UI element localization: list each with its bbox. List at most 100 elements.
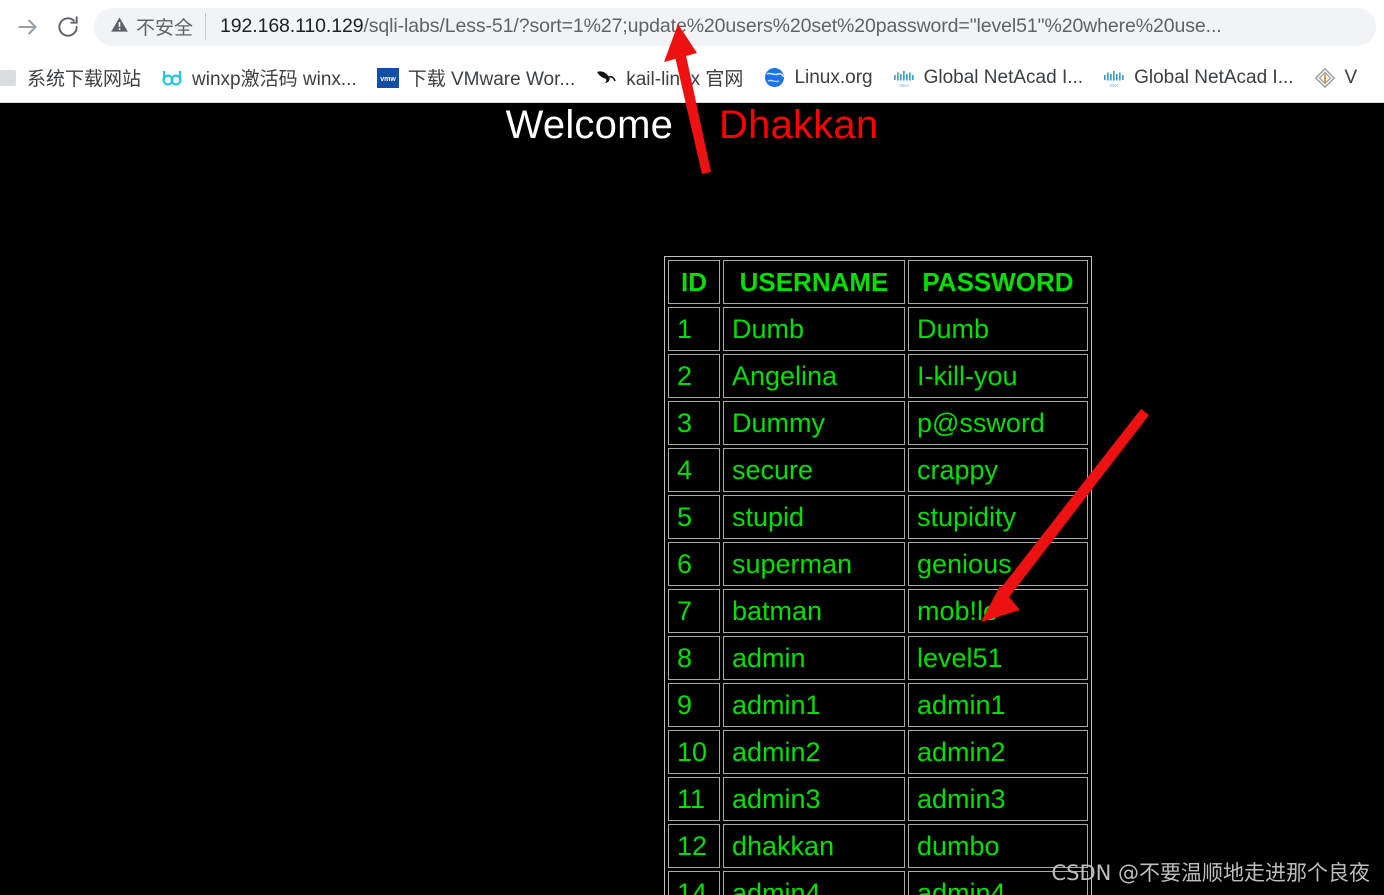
- column-header-password: PASSWORD: [908, 260, 1088, 304]
- security-label: 不安全: [136, 18, 194, 39]
- cell-id: 7: [668, 589, 720, 633]
- bookmark-label: kail-linux 官网: [626, 69, 744, 90]
- dd-glasses-icon: [161, 67, 183, 89]
- cell-username: batman: [723, 589, 905, 633]
- bookmarks-bar: 系统下载网站 winxp激活码 winx... vmw 下载 VMware Wo…: [0, 53, 1384, 103]
- cell-id: 9: [668, 683, 720, 727]
- table-row: 2 Angelina I-kill-you: [668, 354, 1088, 398]
- bookmark-label: Linux.org: [794, 66, 873, 88]
- cell-id: 3: [668, 401, 720, 445]
- csdn-watermark: CSDN @不要温顺地走进那个良夜: [1051, 861, 1370, 885]
- table-row: 9 admin1 admin1: [668, 683, 1088, 727]
- kali-dragon-icon: [595, 67, 617, 89]
- url-host: 192.168.110.129: [220, 15, 364, 37]
- welcome-name: Dhakkan: [719, 103, 879, 147]
- svg-text:cisco: cisco: [1110, 82, 1120, 87]
- table-row: 6 superman genious: [668, 542, 1088, 586]
- browser-toolbar: 不安全 192.168.110.129/sqli-labs/Less-51/?s…: [0, 0, 1384, 53]
- cell-id: 14: [668, 871, 720, 895]
- cell-password: admin1: [908, 683, 1088, 727]
- bookmark-label: Global NetAcad I...: [1134, 66, 1294, 88]
- table-row: 11 admin3 admin3: [668, 777, 1088, 821]
- table-row: 7 batman mob!le: [668, 589, 1088, 633]
- cell-password: mob!le: [908, 589, 1088, 633]
- url-text: 192.168.110.129/sqli-labs/Less-51/?sort=…: [220, 15, 1222, 38]
- table-row: 8 admin level51: [668, 636, 1088, 680]
- table-body: 1 Dumb Dumb 2 Angelina I-kill-you 3 Dummy p@sswo…: [668, 307, 1088, 895]
- cell-username: Dummy: [723, 401, 905, 445]
- bookmark-kali[interactable]: kail-linux 官网: [585, 59, 753, 96]
- bookmark-label: winxp激活码 winx...: [192, 69, 357, 90]
- reload-button[interactable]: [48, 7, 88, 47]
- bookmark-xitong[interactable]: 系统下载网站: [0, 59, 151, 96]
- cell-id: 12: [668, 824, 720, 868]
- cell-id: 2: [668, 354, 720, 398]
- cisco-icon: cisco: [893, 67, 915, 89]
- bookmark-label: 系统下载网站: [27, 69, 142, 90]
- cell-id: 6: [668, 542, 720, 586]
- welcome-text: Welcome: [505, 103, 674, 147]
- table-row: 1 Dumb Dumb: [668, 307, 1088, 351]
- cell-username: dhakkan: [723, 824, 905, 868]
- bookmark-label: 下载 VMware Wor...: [407, 69, 576, 90]
- bookmark-label: Global NetAcad I...: [923, 66, 1084, 88]
- svg-text:vmw: vmw: [380, 76, 396, 83]
- cell-username: stupid: [723, 495, 905, 539]
- warning-triangle-icon: [110, 15, 129, 39]
- cell-id: 11: [668, 777, 720, 821]
- cell-password: I-kill-you: [908, 354, 1088, 398]
- cell-id: 1: [668, 307, 720, 351]
- bookmark-netacad-1[interactable]: cisco Global NetAcad I...: [883, 62, 1093, 94]
- welcome-heading: Welcome Dhakkan: [0, 103, 1384, 148]
- table-row: 4 secure crappy: [668, 448, 1088, 492]
- generic-site-icon: [0, 67, 18, 89]
- bookmark-winxp[interactable]: winxp激活码 winx...: [151, 59, 367, 96]
- diamond-icon: [1314, 67, 1336, 89]
- table-row: 14 admin4 admin4: [668, 871, 1088, 895]
- users-table: ID USERNAME PASSWORD 1 Dumb Dumb 2 Angelina I…: [664, 256, 1092, 895]
- cell-username: admin: [723, 636, 905, 680]
- table-header-row: ID USERNAME PASSWORD: [668, 260, 1088, 304]
- security-status[interactable]: 不安全: [110, 13, 207, 40]
- bookmark-label: V: [1344, 66, 1358, 88]
- cell-id: 4: [668, 448, 720, 492]
- cell-password: level51: [908, 636, 1088, 680]
- column-header-id: ID: [668, 260, 720, 304]
- bookmark-linuxorg[interactable]: Linux.org: [753, 62, 882, 94]
- bookmark-vmware[interactable]: vmw 下载 VMware Wor...: [367, 59, 586, 96]
- cisco-icon: cisco: [1103, 67, 1125, 89]
- cell-username: Angelina: [723, 354, 905, 398]
- cell-username: secure: [723, 448, 905, 492]
- bookmark-v[interactable]: V: [1304, 62, 1368, 94]
- cell-username: admin2: [723, 730, 905, 774]
- forward-button[interactable]: [8, 7, 48, 47]
- svg-text:cisco: cisco: [899, 82, 909, 87]
- cell-username: admin3: [723, 777, 905, 821]
- reload-icon: [55, 14, 81, 40]
- table-head: ID USERNAME PASSWORD: [668, 260, 1088, 304]
- cell-id: 8: [668, 636, 720, 680]
- cell-password: admin3: [908, 777, 1088, 821]
- browser-chrome: 不安全 192.168.110.129/sqli-labs/Less-51/?s…: [0, 0, 1384, 103]
- column-header-username: USERNAME: [723, 260, 905, 304]
- table-row: 5 stupid stupidity: [668, 495, 1088, 539]
- cell-password: genious: [908, 542, 1088, 586]
- screenshot-root: 不安全 192.168.110.129/sqli-labs/Less-51/?s…: [0, 0, 1384, 895]
- vmware-icon: vmw: [376, 67, 399, 89]
- cell-username: admin4: [723, 871, 905, 895]
- globe-icon: [763, 67, 785, 89]
- table-row: 10 admin2 admin2: [668, 730, 1088, 774]
- cell-password: admin2: [908, 730, 1088, 774]
- table-row: 12 dhakkan dumbo: [668, 824, 1088, 868]
- address-bar[interactable]: 不安全 192.168.110.129/sqli-labs/Less-51/?s…: [94, 7, 1376, 46]
- table-row: 3 Dummy p@ssword: [668, 401, 1088, 445]
- cell-password: p@ssword: [908, 401, 1088, 445]
- cell-password: Dumb: [908, 307, 1088, 351]
- cell-username: Dumb: [723, 307, 905, 351]
- cell-id: 10: [668, 730, 720, 774]
- cell-username: superman: [723, 542, 905, 586]
- cell-username: admin1: [723, 683, 905, 727]
- cell-password: stupidity: [908, 495, 1088, 539]
- cell-password: crappy: [908, 448, 1088, 492]
- bookmark-netacad-2[interactable]: cisco Global NetAcad I...: [1093, 62, 1303, 94]
